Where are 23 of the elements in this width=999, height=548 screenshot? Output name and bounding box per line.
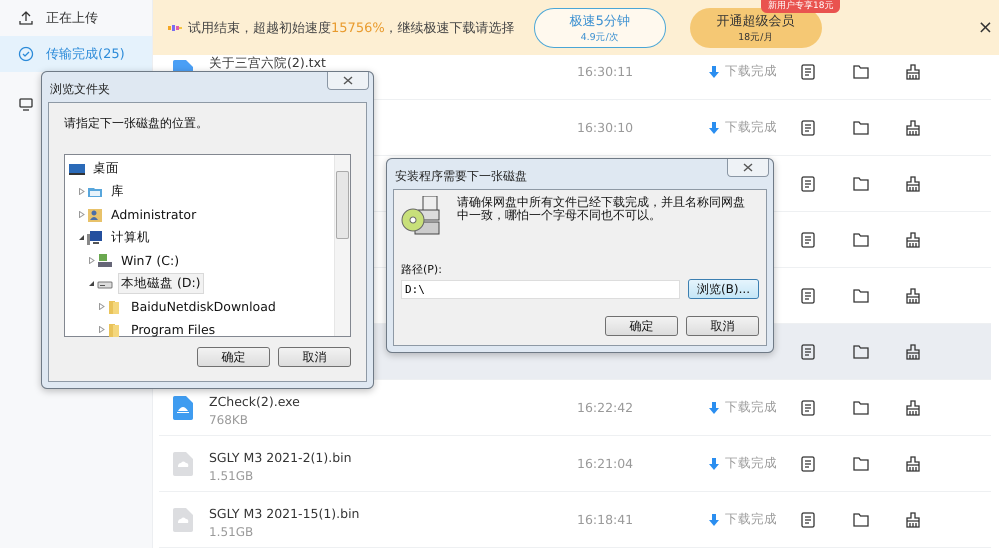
status-text: 下载完成 [725, 455, 777, 472]
file-size: 1.51GB [209, 525, 254, 539]
finish-time: 16:22:42 [577, 400, 634, 415]
status-text: 下载完成 [725, 119, 777, 136]
finish-time: 16:18:41 [577, 512, 634, 527]
finish-time: 16:30:10 [577, 120, 634, 135]
dialog-message: 请确保网盘中所有文件已经下载完成，并且名称同网盘中一致，哪怕一个字母不同也不可以。 [457, 196, 746, 224]
status-text: 下载完成 [725, 399, 777, 416]
finish-time: 16:30:11 [577, 64, 634, 79]
dialog-title: 浏览文件夹 [50, 81, 110, 98]
file-name: ZCheck(2).exe [209, 394, 301, 409]
file-name: 关于三宫六院(2).txt [209, 55, 327, 72]
dialog-title: 安装程序需要下一张磁盘 [395, 168, 527, 185]
file-size: 768KB [209, 413, 250, 427]
status-text: 下载完成 [725, 63, 777, 80]
file-name: SGLY M3 2021-2(1).bin [209, 450, 353, 465]
offer-badge: 新用户专享18元 [761, 0, 840, 13]
file-size: 1.51GB [209, 469, 254, 483]
finish-time: 16:21:04 [577, 456, 634, 471]
status-text: 下载完成 [725, 511, 777, 528]
file-name: SGLY M3 2021-15(1).bin [209, 506, 360, 521]
promo-message: 试用结束，超越初始速度15756%，继续极速下载请选择 [188, 20, 515, 36]
path-label: 路径(P): [401, 262, 443, 277]
